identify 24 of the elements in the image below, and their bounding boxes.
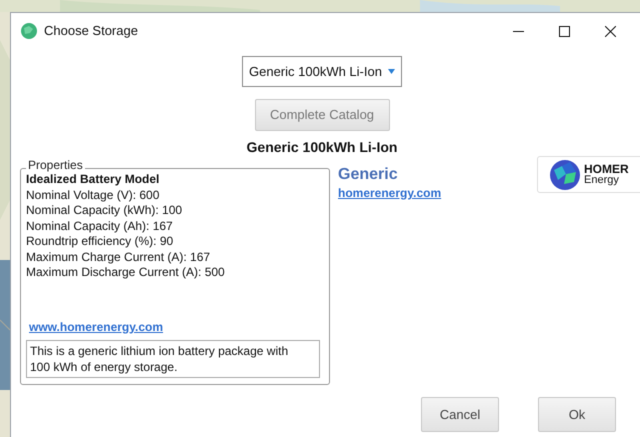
logo-text: Energy bbox=[584, 174, 620, 186]
storage-heading: Generic 100kWh Li-Ion bbox=[246, 138, 398, 157]
maximize-icon bbox=[558, 26, 570, 36]
property-line: Maximum Discharge Current (A): 500 bbox=[26, 265, 226, 280]
manufacturer-name: Generic bbox=[338, 166, 399, 184]
property-line: Roundtrip efficiency (%): 90 bbox=[26, 234, 174, 250]
manufacturer-link[interactable]: homerenergy.com bbox=[338, 184, 442, 202]
property-line: Nominal Capacity (Ah): 167 bbox=[26, 218, 174, 234]
window-title: Choose Storage bbox=[44, 22, 138, 40]
storage-dropdown[interactable]: Generic 100kWh Li-Ion bbox=[242, 56, 402, 87]
app-logo-icon bbox=[21, 23, 37, 39]
globe-logo-icon bbox=[550, 160, 580, 190]
website-link[interactable]: www.homerenergy.com bbox=[29, 320, 164, 335]
property-line: Maximum Charge Current (A): 167 bbox=[26, 250, 212, 265]
group-legend: Properties bbox=[26, 158, 85, 172]
dropdown-arrow-icon bbox=[388, 69, 395, 74]
close-icon bbox=[604, 26, 616, 36]
model-name: Idealized Battery Model bbox=[26, 172, 160, 188]
dialog-button[interactable]: Cancel bbox=[421, 397, 499, 432]
dialog-button[interactable]: Ok bbox=[538, 397, 616, 432]
logo-text: HOMER bbox=[584, 164, 629, 174]
description-box: This is a generic lithium ion battery package with 100 kWh of energy storage. bbox=[26, 340, 320, 378]
property-line: Nominal Capacity (kWh): 100 bbox=[26, 203, 184, 218]
property-line: Nominal Voltage (V): 600 bbox=[26, 188, 160, 203]
